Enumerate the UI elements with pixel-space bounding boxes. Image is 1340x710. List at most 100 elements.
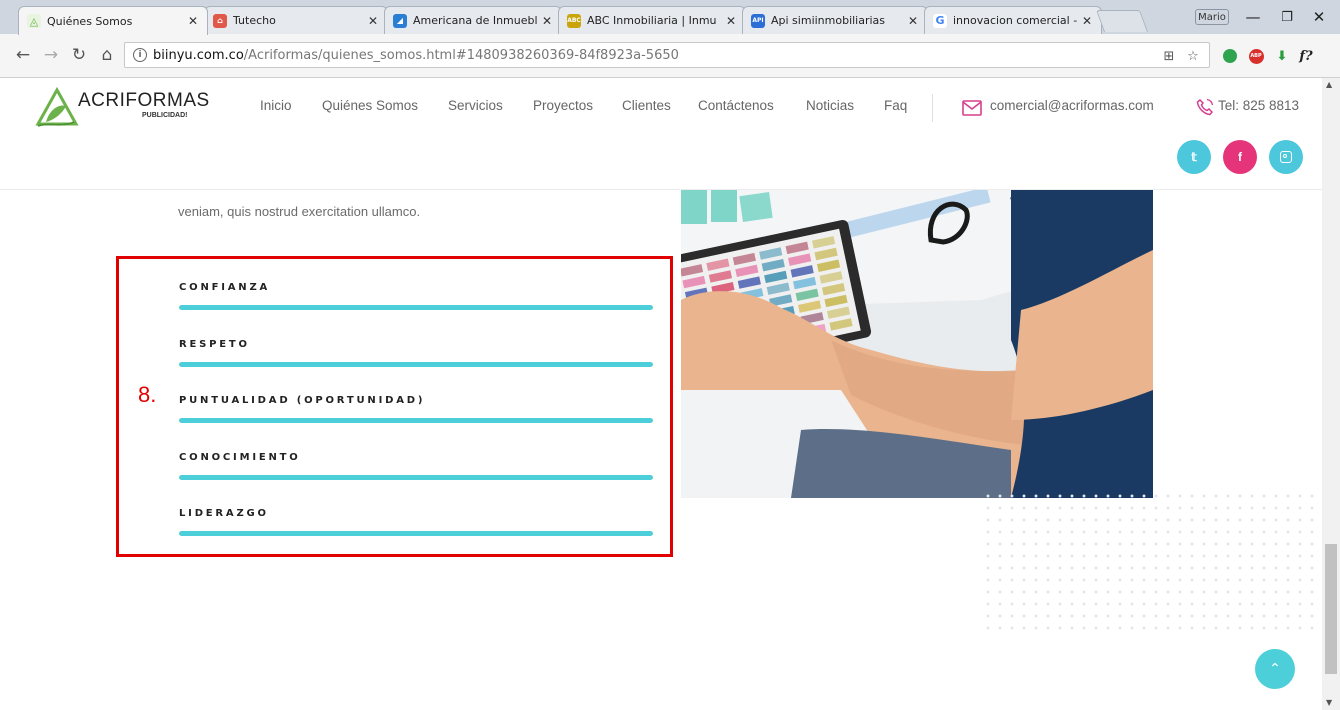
phone-icon	[1196, 98, 1214, 116]
close-icon[interactable]: ✕	[367, 14, 379, 28]
dot-pattern	[982, 490, 1318, 630]
nav-clientes[interactable]: Clientes	[622, 98, 671, 113]
skill-label: CONOCIMIENTO	[179, 452, 301, 463]
skill-label: CONFIANZA	[179, 282, 271, 293]
tab-title: ABC Inmobiliaria | Inmu	[587, 14, 717, 27]
skill-label: RESPETO	[179, 339, 250, 350]
close-icon[interactable]: ✕	[725, 14, 737, 28]
skill-track	[179, 475, 653, 480]
tab-title: Tutecho	[233, 14, 276, 27]
new-tab-button[interactable]	[1095, 10, 1149, 32]
url-domain: biinyu.com.co	[153, 47, 244, 63]
tab-title: Api simiinmobiliarias	[771, 14, 886, 27]
skill-label: LIDERAZGO	[179, 508, 269, 519]
envelope-icon	[962, 100, 982, 116]
color-swatch-photo	[681, 190, 1153, 498]
browser-tab-quienes-somos[interactable]: ◬ Quiénes Somos ✕	[18, 6, 208, 35]
translate-icon[interactable]: ⊞	[1161, 48, 1177, 64]
logo-leaf-icon	[35, 86, 79, 127]
contact-phone: Tel: 825 8813	[1218, 98, 1300, 113]
browser-tab-google[interactable]: G innovacion comercial - ✕	[924, 6, 1102, 34]
intro-text-cutoff	[178, 190, 478, 192]
contact-email[interactable]: comercial@acriformas.com	[990, 98, 1154, 113]
api-favicon: API	[751, 13, 765, 28]
skill-bar: CONFIANZA	[179, 282, 653, 310]
instagram-button[interactable]	[1269, 140, 1303, 174]
close-icon[interactable]: ✕	[541, 14, 553, 28]
nav-servicios[interactable]: Servicios	[448, 98, 503, 113]
browser-tab-abc[interactable]: ABC ABC Inmobiliaria | Inmu ✕	[558, 6, 746, 34]
skill-fill	[179, 305, 653, 310]
annotation-number: 8.	[138, 382, 157, 407]
adblock-plus-icon[interactable]: ABP	[1246, 46, 1266, 66]
profile-button[interactable]: Mario	[1195, 9, 1229, 25]
intro-text: veniam, quis nostrud exercitation ullamc…	[178, 204, 421, 219]
forward-arrow-icon[interactable]: →	[40, 44, 62, 66]
scroll-up-arrow-icon[interactable]: ▲	[1326, 80, 1332, 89]
nav-proyectos[interactable]: Proyectos	[533, 98, 593, 113]
browser-tab-tutecho[interactable]: ⌂ Tutecho ✕	[204, 6, 388, 34]
bookmark-star-icon[interactable]: ☆	[1185, 48, 1201, 64]
scroll-down-arrow-icon[interactable]: ▼	[1326, 698, 1332, 707]
skill-track	[179, 418, 653, 423]
browser-tab-api[interactable]: API Api simiinmobiliarias ✕	[742, 6, 928, 34]
extension-green-icon[interactable]	[1220, 46, 1240, 66]
facebook-icon: f	[1238, 150, 1242, 164]
google-favicon: G	[933, 13, 947, 28]
scrollbar-thumb[interactable]	[1325, 544, 1337, 674]
skill-label: PUNTUALIDAD (OPORTUNIDAD)	[179, 395, 426, 406]
tab-title: Americana de Inmueble	[413, 14, 537, 27]
close-icon[interactable]: ✕	[907, 14, 919, 28]
nav-faq[interactable]: Faq	[884, 98, 907, 113]
twitter-button[interactable]: 𝕥	[1177, 140, 1211, 174]
skill-fill	[179, 418, 653, 423]
skill-bar: LIDERAZGO	[179, 508, 653, 536]
scroll-to-top-button[interactable]: ⌃	[1255, 649, 1295, 689]
url-path: /Acriformas/quienes_somos.html#148093826…	[243, 47, 679, 63]
skill-track	[179, 362, 653, 367]
window-close-icon[interactable]: ✕	[1304, 6, 1334, 28]
header-divider	[932, 94, 933, 122]
close-icon[interactable]: ✕	[1081, 14, 1093, 28]
skill-track	[179, 531, 653, 536]
close-icon[interactable]: ✕	[187, 14, 199, 28]
acriformas-favicon: ◬	[27, 14, 41, 28]
nav-quienes-somos[interactable]: Quiénes Somos	[322, 98, 418, 113]
nav-noticias[interactable]: Noticias	[806, 98, 854, 113]
nav-contactenos[interactable]: Contáctenos	[698, 98, 774, 113]
logo-subtext: PUBLICIDAD!	[142, 112, 188, 119]
skill-bar: CONOCIMIENTO	[179, 452, 653, 480]
restore-icon[interactable]: ❐	[1272, 6, 1302, 28]
skill-fill	[179, 362, 653, 367]
browser-tab-strip: ◬ Quiénes Somos ✕ ⌂ Tutecho ✕ ◢ American…	[0, 0, 1340, 35]
back-arrow-icon[interactable]: ←	[12, 44, 34, 66]
minimize-icon[interactable]: —	[1238, 6, 1268, 28]
font-finder-icon[interactable]: f?	[1296, 46, 1316, 66]
skill-bar: RESPETO	[179, 339, 653, 367]
twitter-icon: 𝕥	[1191, 150, 1197, 164]
reload-icon[interactable]: ↻	[68, 44, 90, 66]
tab-title: Quiénes Somos	[47, 14, 133, 28]
browser-tab-americana[interactable]: ◢ Americana de Inmueble ✕	[384, 6, 562, 34]
designer-photo	[681, 190, 1153, 498]
chevron-up-icon: ⌃	[1269, 661, 1281, 677]
skill-bar: PUNTUALIDAD (OPORTUNIDAD)	[179, 395, 653, 423]
instagram-icon	[1280, 151, 1292, 163]
page-scrollbar[interactable]: ▲ ▼	[1322, 78, 1340, 710]
facebook-button[interactable]: f	[1223, 140, 1257, 174]
tab-title: innovacion comercial -	[953, 14, 1077, 27]
home-icon[interactable]: ⌂	[96, 44, 118, 66]
address-bar[interactable]: i biinyu.com.co/Acriformas/quienes_somos…	[124, 42, 1210, 68]
americana-favicon: ◢	[393, 13, 407, 28]
nav-inicio[interactable]: Inicio	[260, 98, 292, 113]
browser-toolbar: ← → ↻ ⌂ i biinyu.com.co/Acriformas/quien…	[0, 34, 1340, 78]
logo-text: ACRIFORMAS	[78, 90, 210, 111]
download-arrow-icon[interactable]: ⬇	[1272, 46, 1292, 66]
info-icon[interactable]: i	[133, 48, 147, 62]
tutecho-favicon: ⌂	[213, 13, 227, 28]
acriformas-logo[interactable]: ACRIFORMAS PUBLICIDAD!	[34, 84, 209, 130]
site-header: ACRIFORMAS PUBLICIDAD! Inicio Quiénes So…	[0, 78, 1322, 190]
about-section: veniam, quis nostrud exercitation ullamc…	[0, 190, 1322, 710]
skill-fill	[179, 531, 653, 536]
abc-favicon: ABC	[567, 13, 581, 28]
